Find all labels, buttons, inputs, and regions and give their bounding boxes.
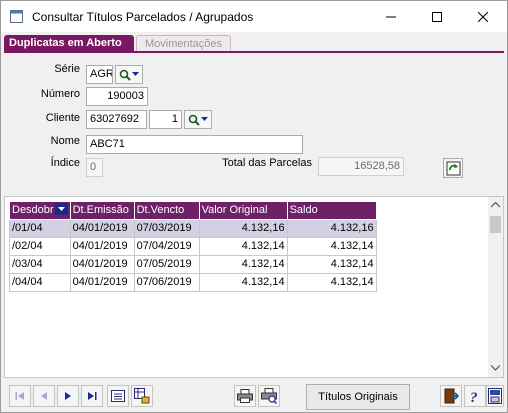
scroll-up-icon[interactable] [491,202,500,208]
total-parcelas-field: 16528,58 [318,157,404,176]
indice-field: 0 [86,158,103,177]
cell-dt-emissao: 04/01/2019 [69,272,135,292]
view-list-button[interactable] [107,385,129,407]
refresh-icon [446,161,460,175]
export-button[interactable] [131,385,153,407]
minimize-button[interactable] [368,1,414,32]
dropdown-arrow-icon [201,117,208,121]
first-record-button[interactable] [9,385,31,407]
maximize-icon [432,11,442,22]
tab-duplicatas-em-aberto[interactable]: Duplicatas em Aberto [4,35,134,51]
last-icon [88,392,97,400]
cell-desdobr: /01/04 [9,218,71,238]
serie-label: Série [54,63,80,75]
dropdown-arrow-icon [132,72,139,76]
serie-field[interactable]: AGR [86,65,113,84]
info-icon [488,388,502,404]
cell-valor-original: 4.132,14 [198,254,288,274]
cell-dt-emissao: 04/01/2019 [69,254,135,274]
exit-door-icon [444,388,459,404]
last-record-button[interactable] [81,385,103,407]
cell-saldo: 4.132,16 [286,218,377,238]
cliente-seq-field[interactable]: 1 [149,110,182,129]
cell-saldo: 4.132,14 [286,236,377,256]
list-icon [111,390,125,402]
serie-lookup-button[interactable] [115,65,143,84]
previous-record-button[interactable] [33,385,55,407]
cell-dt-vencto: 07/04/2019 [133,236,200,256]
cell-dt-vencto: 07/03/2019 [133,218,200,238]
scrollbar-thumb[interactable] [490,216,501,233]
nome-label: Nome [50,135,80,147]
cell-desdobr: /04/04 [9,272,71,292]
about-button[interactable] [486,385,504,407]
svg-text:?: ? [470,390,478,404]
bottom-toolbar: Títulos Originais ? [4,381,504,413]
nome-field[interactable]: ABC71 [86,135,303,154]
minimize-icon [386,16,396,17]
app-icon [10,10,23,23]
close-icon [478,11,488,22]
cell-desdobr: /02/04 [9,236,71,256]
tab-movimentacoes[interactable]: Movimentações [136,35,231,51]
printer-icon [237,389,253,403]
help-icon: ? [470,390,478,404]
cliente-lookup-button[interactable] [184,110,212,129]
export-grid-icon [134,388,150,404]
cell-desdobr: /03/04 [9,254,71,274]
next-record-button[interactable] [57,385,79,407]
numero-label: Número [40,88,80,100]
refresh-button[interactable] [443,158,463,178]
next-icon [65,392,71,400]
cell-valor-original: 4.132,14 [198,236,288,256]
titles-grid[interactable]: Desdobr Dt.Emissão Dt.Vencto Valor Origi… [4,196,504,378]
cell-valor-original: 4.132,14 [198,272,288,292]
table-row[interactable]: /03/04 04/01/2019 07/05/2019 4.132,14 4.… [9,254,377,274]
cliente-code-field[interactable]: 63027692 [86,110,147,129]
help-button[interactable]: ? [464,385,486,407]
window: Consultar Títulos Parcelados / Agrupados… [0,0,508,413]
titles-table: Desdobr Dt.Emissão Dt.Vencto Valor Origi… [9,202,377,292]
cell-dt-vencto: 07/05/2019 [133,254,200,274]
print-preview-icon [261,388,277,404]
search-icon [188,114,200,126]
print-preview-button[interactable] [258,385,280,407]
previous-icon [41,392,47,400]
numero-field[interactable]: 190003 [86,87,148,106]
scroll-down-icon[interactable] [491,365,500,371]
vertical-scrollbar[interactable] [488,197,503,377]
cell-saldo: 4.132,14 [286,254,377,274]
first-icon [15,392,24,400]
sort-dropdown-icon[interactable] [54,203,68,216]
cell-valor-original: 4.132,16 [198,218,288,238]
exit-button[interactable] [440,385,462,407]
indice-label: Índice [50,157,80,169]
print-button[interactable] [234,385,256,407]
title-bar: Consultar Títulos Parcelados / Agrupados [1,1,507,32]
table-row[interactable]: /01/04 04/01/2019 07/03/2019 4.132,16 4.… [9,218,377,238]
column-header-desdobr[interactable]: Desdobr [9,202,71,220]
cell-dt-vencto: 07/06/2019 [133,272,200,292]
close-button[interactable] [460,1,506,32]
column-header-saldo[interactable]: Saldo [286,202,377,220]
table-row[interactable]: /02/04 04/01/2019 07/04/2019 4.132,14 4.… [9,236,377,256]
search-icon [119,69,131,81]
column-header-dt-emissao[interactable]: Dt.Emissão [69,202,135,220]
column-header-valor-original[interactable]: Valor Original [198,202,288,220]
cell-dt-emissao: 04/01/2019 [69,218,135,238]
cell-dt-emissao: 04/01/2019 [69,236,135,256]
window-title: Consultar Títulos Parcelados / Agrupados [32,10,254,24]
table-row[interactable]: /04/04 04/01/2019 07/06/2019 4.132,14 4.… [9,272,377,292]
column-header-dt-vencto[interactable]: Dt.Vencto [133,202,200,220]
cliente-label: Cliente [45,112,80,124]
maximize-button[interactable] [414,1,460,32]
total-parcelas-label: Total das Parcelas [222,157,312,169]
titulos-originais-button[interactable]: Títulos Originais [306,384,410,410]
form-panel: Série AGR Número 190003 Cliente 63027692… [4,53,504,186]
cell-saldo: 4.132,14 [286,272,377,292]
